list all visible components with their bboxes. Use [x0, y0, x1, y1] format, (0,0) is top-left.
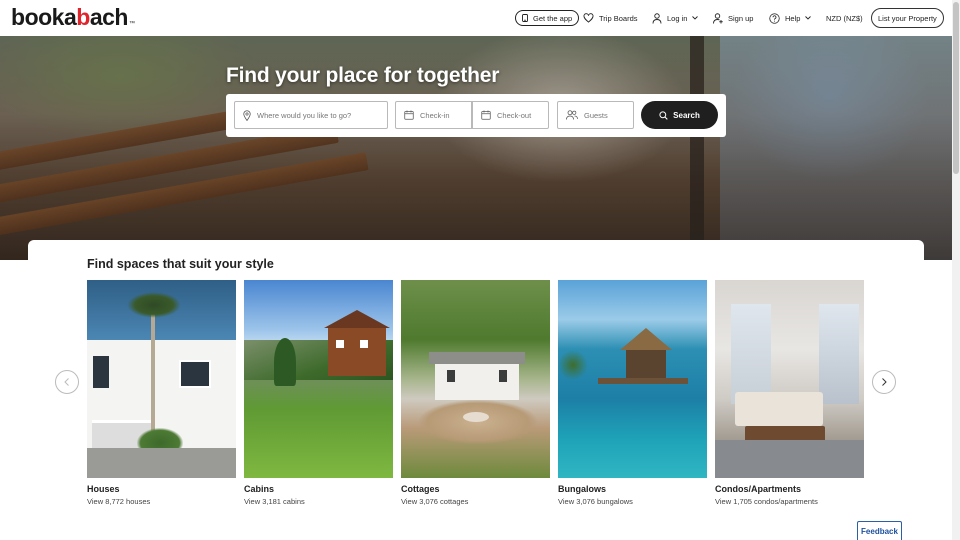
log-in-menu[interactable]: Log in: [652, 9, 699, 27]
card-count-link[interactable]: View 3,076 bungalows: [558, 497, 633, 506]
hero-title: Find your place for together: [226, 64, 500, 87]
search-button-label: Search: [673, 110, 700, 120]
sign-up-link[interactable]: Sign up: [713, 9, 753, 27]
user-icon: [652, 12, 662, 24]
card-title: Condos/Apartments: [715, 484, 802, 494]
category-card-bungalows[interactable]: Bungalows View 3,076 bungalows: [558, 280, 707, 506]
carousel-prev-button[interactable]: [55, 370, 79, 394]
cabins-image: [244, 280, 393, 478]
help-menu[interactable]: Help: [769, 9, 812, 27]
scrollbar-thumb[interactable]: [953, 2, 959, 174]
search-form: Where would you like to go? Check-in Che…: [226, 94, 726, 137]
category-card-cabins[interactable]: Cabins View 3,181 cabins: [244, 280, 393, 506]
logo-text: b: [76, 4, 90, 30]
chevron-right-icon: [882, 378, 887, 386]
heart-icon: [583, 13, 594, 23]
card-title: Cottages: [401, 484, 440, 494]
bookabach-logo[interactable]: b oo ka b ach ™: [11, 4, 135, 31]
check-out-field[interactable]: Check-out: [472, 101, 549, 129]
destination-placeholder: Where would you like to go?: [257, 110, 352, 120]
logo-text: oo: [24, 4, 53, 30]
bungalows-image: [558, 280, 707, 478]
check-out-placeholder: Check-out: [497, 110, 532, 120]
condos-apartments-image: [715, 280, 864, 478]
calendar-icon: [481, 110, 491, 120]
sign-up-label: Sign up: [728, 13, 754, 23]
help-icon: [769, 12, 780, 24]
search-icon: [659, 110, 668, 120]
check-in-placeholder: Check-in: [420, 110, 450, 120]
houses-image: [87, 280, 236, 478]
category-card-cottages[interactable]: Cottages View 3,076 cottages: [401, 280, 550, 506]
phone-icon: [522, 14, 528, 22]
currency-label: NZD (NZ$): [826, 13, 863, 23]
logo-text: b: [11, 4, 25, 30]
category-card-houses[interactable]: Houses View 8,772 houses: [87, 280, 236, 506]
card-count-link[interactable]: View 8,772 houses: [87, 497, 150, 506]
carousel-next-button[interactable]: [872, 370, 896, 394]
logo-text: ach: [89, 4, 129, 30]
destination-input[interactable]: Where would you like to go?: [234, 101, 388, 129]
card-title: Cabins: [244, 484, 275, 494]
list-your-property-label: List your Property: [878, 13, 937, 23]
section-title: Find spaces that suit your style: [87, 257, 274, 271]
guests-icon: [566, 110, 578, 120]
logo-trademark: ™: [128, 21, 135, 27]
top-nav: b oo ka b ach ™ Get the app Trip Boards Log i…: [0, 0, 952, 36]
calendar-icon: [404, 110, 414, 120]
page-scrollbar[interactable]: [952, 0, 960, 540]
help-label: Help: [785, 13, 801, 23]
chevron-down-icon: [692, 16, 699, 20]
guests-field[interactable]: Guests: [557, 101, 634, 129]
chevron-down-icon: [805, 16, 812, 20]
chevron-left-icon: [64, 378, 69, 386]
trip-boards-label: Trip Boards: [599, 13, 638, 23]
card-count-link[interactable]: View 3,076 cottages: [401, 497, 468, 506]
card-count-link[interactable]: View 3,181 cabins: [244, 497, 305, 506]
feedback-button[interactable]: Feedback: [857, 521, 902, 540]
card-count-link[interactable]: View 1,705 condos/apartments: [715, 497, 818, 506]
list-your-property-button[interactable]: List your Property: [871, 8, 944, 28]
map-pin-icon: [243, 109, 251, 121]
cottages-image: [401, 280, 550, 478]
search-button[interactable]: Search: [641, 101, 718, 129]
add-user-icon: [713, 12, 723, 24]
trip-boards-link[interactable]: Trip Boards: [583, 9, 638, 27]
log-in-label: Log in: [667, 13, 688, 23]
logo-text: ka: [51, 4, 77, 30]
get-the-app-button[interactable]: Get the app: [515, 10, 580, 26]
guests-placeholder: Guests: [584, 110, 608, 120]
currency-selector[interactable]: NZD (NZ$): [826, 9, 863, 27]
get-the-app-label: Get the app: [533, 13, 573, 23]
category-card-condos[interactable]: Condos/Apartments View 1,705 condos/apar…: [715, 280, 864, 506]
check-in-field[interactable]: Check-in: [395, 101, 472, 129]
card-title: Houses: [87, 484, 120, 494]
card-title: Bungalows: [558, 484, 607, 494]
